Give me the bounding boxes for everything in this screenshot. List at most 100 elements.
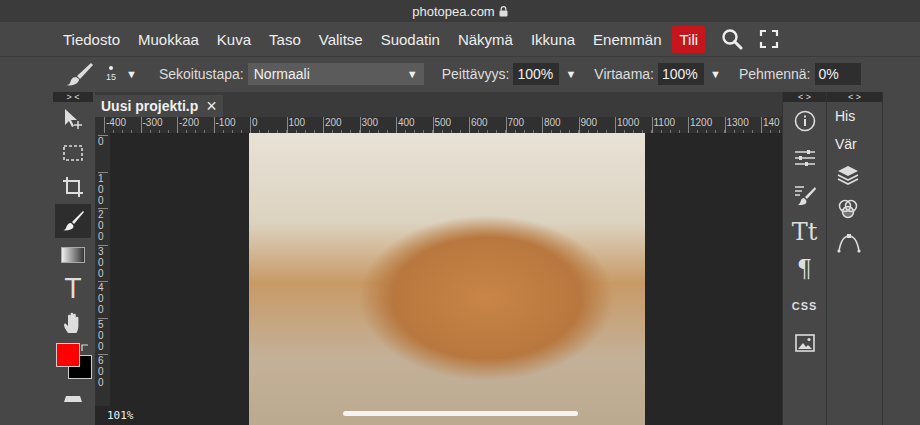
menu-item[interactable]: Muokkaa	[131, 26, 206, 53]
collapse-toggle[interactable]: > <	[53, 92, 93, 102]
hand-icon	[61, 311, 85, 335]
browser-bar: photopea.com	[0, 0, 920, 22]
workspace: > < T Uusi projekti.p × -400-300-200-100…	[0, 90, 920, 425]
panel-button[interactable]: ¶	[785, 250, 825, 287]
eraser-icon	[62, 392, 84, 406]
swap-colors-icon[interactable]	[81, 343, 90, 352]
panel-button[interactable]	[827, 158, 882, 192]
flow-label: Virtaama:	[594, 66, 654, 82]
ruler-label: 100	[98, 172, 108, 209]
menu-bar: TiedostoMuokkaaKuvaTasoValitseSuodatinNä…	[0, 22, 920, 57]
brush-dot	[109, 66, 113, 70]
ruler-label: 700	[506, 117, 543, 133]
tool-button[interactable]	[55, 102, 91, 136]
brush-icon	[61, 209, 85, 233]
ruler-label: 500	[98, 318, 108, 355]
ruler-label: 200	[98, 208, 108, 245]
search-icon[interactable]	[721, 28, 743, 50]
ruler-label: 140	[761, 117, 782, 133]
ruler-label: -200	[177, 117, 214, 133]
tool-button[interactable]: T	[55, 272, 91, 306]
adjustments-icon	[794, 148, 816, 168]
close-tab-button[interactable]: ×	[206, 97, 217, 115]
ruler-label: -100	[214, 117, 251, 133]
panel-button[interactable]: Tt	[785, 213, 825, 250]
document-tab[interactable]: Uusi projekti.p ×	[95, 95, 223, 117]
collapse-toggle[interactable]: < >	[827, 92, 882, 102]
home-indicator	[343, 411, 578, 416]
ruler-label: 600	[469, 117, 506, 133]
menu-item[interactable]: Suodatin	[374, 26, 447, 53]
menu-item[interactable]: Kuva	[210, 26, 258, 53]
horizontal-ruler: -400-300-200-100010020030040050060070080…	[95, 117, 782, 133]
dropdown-arrow[interactable]: ▼	[126, 68, 137, 80]
ruler-label: 500	[433, 117, 470, 133]
dropdown-arrow: ▼	[407, 68, 418, 80]
ruler-label: 600	[98, 354, 108, 391]
opacity-label: Peittävyys:	[442, 66, 510, 82]
ruler-label: 1300	[725, 117, 762, 133]
paths-icon	[837, 233, 861, 253]
tool-button[interactable]	[55, 306, 91, 340]
ruler-label: 400	[396, 117, 433, 133]
lock-icon	[499, 6, 508, 17]
ruler-label: 1200	[688, 117, 725, 133]
crop-icon	[61, 175, 85, 199]
ruler-label: 100	[287, 117, 324, 133]
dropdown-arrow[interactable]: ▼	[565, 68, 576, 80]
ruler-label: 200	[323, 117, 360, 133]
ruler-label: 1000	[615, 117, 652, 133]
panel-button[interactable]	[827, 192, 882, 226]
foreground-color-swatch[interactable]	[56, 343, 80, 367]
side-panel-tabs: < > HisVär	[826, 92, 882, 425]
menu-item[interactable]: Näkymä	[451, 26, 520, 53]
brush-settings-icon	[794, 184, 816, 206]
panel-button[interactable]	[785, 139, 825, 176]
channels-icon	[837, 198, 859, 220]
dropdown-arrow[interactable]: ▼	[710, 68, 721, 80]
tool-button[interactable]	[55, 238, 91, 272]
brush-size-picker[interactable]: 15 ▼	[104, 66, 137, 82]
ruler-label: -300	[141, 117, 178, 133]
ruler-label: 300	[98, 245, 108, 282]
panel-button[interactable]	[785, 324, 825, 361]
blend-label: Sekoitustapa:	[159, 66, 244, 82]
tool-button[interactable]	[55, 382, 91, 416]
menu-item[interactable]: Ikkuna	[524, 26, 582, 53]
menu-item[interactable]: Valitse	[312, 26, 370, 53]
menu-item[interactable]: Tiedosto	[56, 26, 127, 53]
smooth-field[interactable]: 0%	[815, 63, 861, 85]
move-icon	[61, 107, 85, 131]
photopea-app: photopea.com TiedostoMuokkaaKuvaTasoVali…	[0, 0, 920, 425]
panel-button[interactable]	[827, 226, 882, 260]
document-area: Uusi projekti.p × -400-300-200-100010020…	[95, 92, 782, 425]
menu-item[interactable]: Taso	[262, 26, 308, 53]
menu-item[interactable]: Tili	[672, 26, 705, 53]
zoom-level[interactable]: 101%	[95, 406, 142, 425]
panel-glyph: ¶	[797, 255, 812, 283]
url-text[interactable]: photopea.com	[412, 4, 494, 19]
tool-button[interactable]	[55, 204, 91, 238]
menu-item[interactable]: Enemmän	[586, 26, 668, 53]
panel-tab[interactable]: Vär	[827, 130, 882, 158]
ruler-label: 800	[542, 117, 579, 133]
tool-button[interactable]	[55, 136, 91, 170]
marquee-icon	[61, 141, 85, 165]
panel-button[interactable]	[785, 176, 825, 213]
collapse-toggle[interactable]: < >	[783, 92, 826, 102]
image-icon	[795, 334, 815, 352]
tool-button[interactable]	[55, 170, 91, 204]
panel-button[interactable]	[785, 102, 825, 139]
blend-value: Normaali	[254, 66, 310, 82]
fullscreen-icon[interactable]	[759, 29, 779, 49]
canvas-area[interactable]	[110, 133, 782, 425]
type-icon: T	[65, 275, 81, 303]
blend-dropdown[interactable]: Normaali ▼	[248, 63, 424, 85]
info-icon	[794, 110, 816, 132]
panel-tab[interactable]: His	[827, 102, 882, 130]
cat-photo[interactable]	[249, 133, 645, 425]
opacity-field[interactable]: 100%	[513, 63, 559, 85]
flow-field[interactable]: 100%	[658, 63, 704, 85]
ruler-label: -400	[104, 117, 141, 133]
panel-button[interactable]: CSS	[785, 287, 825, 324]
